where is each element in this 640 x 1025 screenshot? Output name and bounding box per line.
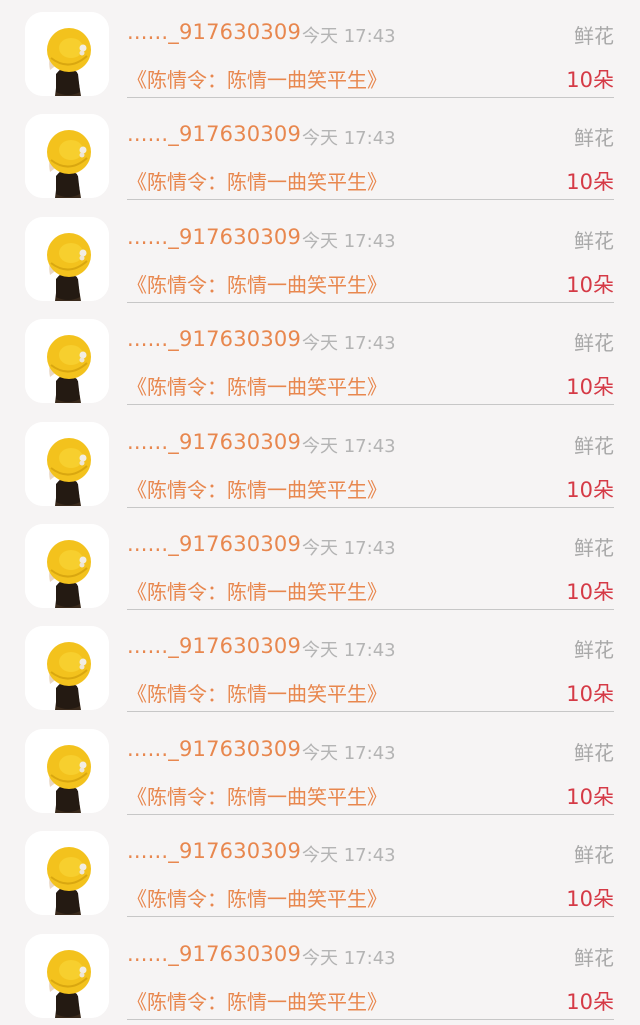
girl-yellow-hat-avatar-icon xyxy=(25,524,109,608)
user-avatar[interactable] xyxy=(25,524,109,608)
timestamp: 今天 17:43 xyxy=(302,742,396,764)
gift-record-row[interactable]: ......_917630309 今天 17:43 鲜花 《陈情令：陈情一曲笑平… xyxy=(0,614,640,716)
gift-record-row[interactable]: ......_917630309 今天 17:43 鲜花 《陈情令：陈情一曲笑平… xyxy=(0,819,640,921)
row-divider xyxy=(127,916,614,918)
gift-count: 10朵 xyxy=(566,272,614,297)
user-avatar[interactable] xyxy=(25,216,109,301)
gift-record-row[interactable]: ......_917630309 今天 17:43 鲜花 《陈情令：陈情一曲笑平… xyxy=(0,717,640,819)
gift-count: 10朵 xyxy=(566,580,614,604)
timestamp: 今天 17:43 xyxy=(302,947,396,969)
book-title-link[interactable]: 《陈情令：陈情一曲笑平生》 xyxy=(127,678,387,707)
gift-count: 10朵 xyxy=(566,887,614,912)
username[interactable]: ......_917630309 xyxy=(127,327,301,351)
row-divider xyxy=(127,199,614,201)
user-avatar[interactable] xyxy=(25,626,109,711)
gift-type-label: 鲜花 xyxy=(574,740,614,765)
gift-record-row[interactable]: ......_917630309 今天 17:43 鲜花 《陈情令：陈情一曲笑平… xyxy=(0,102,640,204)
username[interactable]: ......_917630309 xyxy=(127,122,301,146)
timestamp: 今天 17:43 xyxy=(302,640,396,662)
timestamp: 今天 17:43 xyxy=(302,26,396,47)
user-avatar[interactable] xyxy=(25,728,109,813)
gift-type-label: 鲜花 xyxy=(574,228,614,253)
username[interactable]: ......_917630309 xyxy=(127,839,301,863)
gift-count: 10朵 xyxy=(566,375,614,400)
timestamp: 今天 17:43 xyxy=(302,333,396,355)
row-divider xyxy=(127,1018,614,1020)
gift-type-label: 鲜花 xyxy=(574,24,614,48)
username[interactable]: ......_917630309 xyxy=(127,532,301,556)
username[interactable]: ......_917630309 xyxy=(127,225,301,249)
gift-count: 10朵 xyxy=(566,989,614,1014)
gift-record-row[interactable]: ......_917630309 今天 17:43 鲜花 《陈情令：陈情一曲笑平… xyxy=(0,922,640,1024)
book-title-link[interactable]: 《陈情令：陈情一曲笑平生》 xyxy=(127,576,387,605)
row-divider xyxy=(127,301,614,303)
book-title-link[interactable]: 《陈情令：陈情一曲笑平生》 xyxy=(127,986,387,1015)
username[interactable]: ......_917630309 xyxy=(127,634,301,658)
gift-count: 10朵 xyxy=(566,477,614,502)
girl-yellow-hat-avatar-icon xyxy=(25,626,109,711)
book-title-link[interactable]: 《陈情令：陈情一曲笑平生》 xyxy=(127,166,387,195)
user-avatar[interactable] xyxy=(25,12,109,96)
book-title-link[interactable]: 《陈情令：陈情一曲笑平生》 xyxy=(127,371,387,400)
book-title-link[interactable]: 《陈情令：陈情一曲笑平生》 xyxy=(127,883,387,912)
girl-yellow-hat-avatar-icon xyxy=(25,421,109,506)
gift-count: 10朵 xyxy=(566,784,614,809)
username[interactable]: ......_917630309 xyxy=(127,430,301,454)
timestamp: 今天 17:43 xyxy=(302,435,396,457)
row-divider xyxy=(127,711,614,713)
user-avatar[interactable] xyxy=(25,933,109,1018)
row-divider xyxy=(127,404,614,406)
gift-record-row[interactable]: ......_917630309 今天 17:43 鲜花 《陈情令：陈情一曲笑平… xyxy=(0,410,640,512)
timestamp: 今天 17:43 xyxy=(302,230,396,252)
girl-yellow-hat-avatar-icon xyxy=(25,933,109,1018)
row-divider xyxy=(127,506,614,508)
girl-yellow-hat-avatar-icon xyxy=(25,728,109,813)
row-divider xyxy=(127,97,614,98)
gift-type-label: 鲜花 xyxy=(574,638,614,663)
user-avatar[interactable] xyxy=(25,114,109,199)
user-avatar[interactable] xyxy=(25,831,109,916)
timestamp: 今天 17:43 xyxy=(302,538,396,559)
gift-type-label: 鲜花 xyxy=(574,945,614,970)
row-divider xyxy=(127,609,614,610)
user-avatar[interactable] xyxy=(25,421,109,506)
timestamp: 今天 17:43 xyxy=(302,128,396,150)
gift-record-row[interactable]: ......_917630309 今天 17:43 鲜花 《陈情令：陈情一曲笑平… xyxy=(0,0,640,102)
user-avatar[interactable] xyxy=(25,319,109,404)
gift-type-label: 鲜花 xyxy=(574,331,614,356)
username[interactable]: ......_917630309 xyxy=(127,737,301,761)
book-title-link[interactable]: 《陈情令：陈情一曲笑平生》 xyxy=(127,269,387,298)
book-title-link[interactable]: 《陈情令：陈情一曲笑平生》 xyxy=(127,781,387,810)
username[interactable]: ......_917630309 xyxy=(127,20,301,44)
gift-record-list: ......_917630309 今天 17:43 鲜花 《陈情令：陈情一曲笑平… xyxy=(0,0,640,1025)
gift-type-label: 鲜花 xyxy=(574,843,614,868)
row-divider xyxy=(127,813,614,815)
gift-type-label: 鲜花 xyxy=(574,536,614,560)
gift-record-row[interactable]: ......_917630309 今天 17:43 鲜花 《陈情令：陈情一曲笑平… xyxy=(0,307,640,409)
username[interactable]: ......_917630309 xyxy=(127,942,301,966)
book-title-link[interactable]: 《陈情令：陈情一曲笑平生》 xyxy=(127,474,387,503)
gift-count: 10朵 xyxy=(566,170,614,195)
girl-yellow-hat-avatar-icon xyxy=(25,216,109,301)
gift-count: 10朵 xyxy=(566,68,614,92)
gift-count: 10朵 xyxy=(566,682,614,707)
girl-yellow-hat-avatar-icon xyxy=(25,12,109,96)
girl-yellow-hat-avatar-icon xyxy=(25,831,109,916)
timestamp: 今天 17:43 xyxy=(302,845,396,867)
book-title-link[interactable]: 《陈情令：陈情一曲笑平生》 xyxy=(127,64,387,93)
gift-record-row[interactable]: ......_917630309 今天 17:43 鲜花 《陈情令：陈情一曲笑平… xyxy=(0,512,640,614)
gift-record-row[interactable]: ......_917630309 今天 17:43 鲜花 《陈情令：陈情一曲笑平… xyxy=(0,205,640,307)
gift-type-label: 鲜花 xyxy=(574,126,614,151)
girl-yellow-hat-avatar-icon xyxy=(25,319,109,404)
gift-type-label: 鲜花 xyxy=(574,433,614,458)
girl-yellow-hat-avatar-icon xyxy=(25,114,109,199)
